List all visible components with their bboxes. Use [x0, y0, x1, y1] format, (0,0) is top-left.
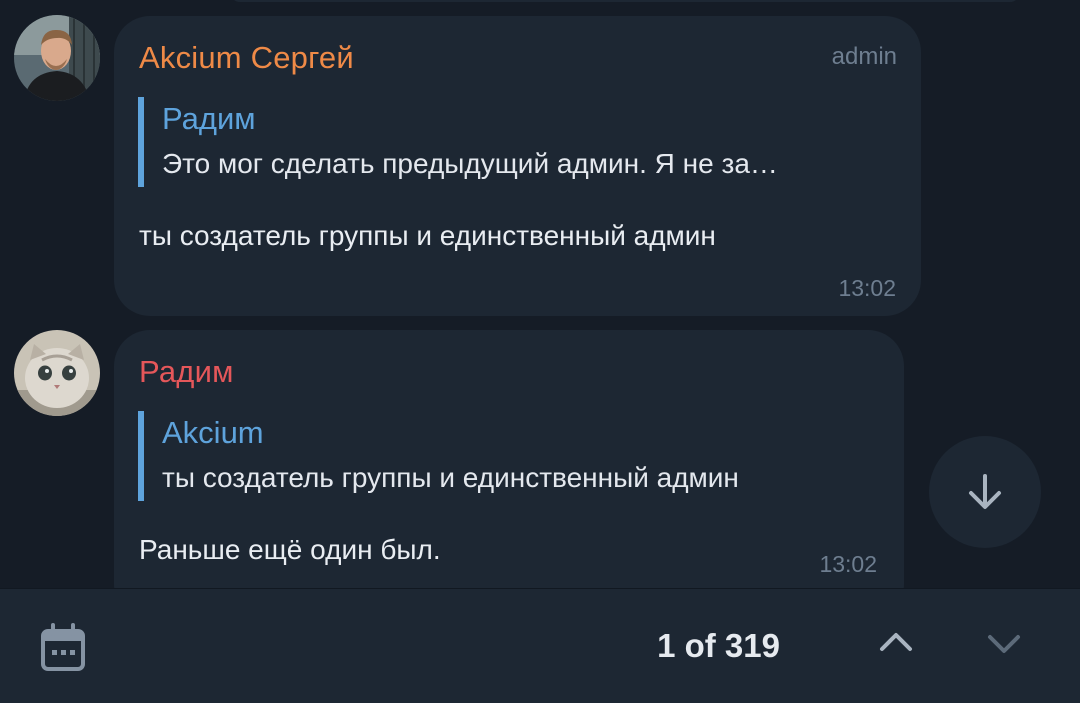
reply-quote[interactable]: Радим Это мог сделать предыдущий админ. …: [138, 97, 778, 187]
chat-area[interactable]: Akcium Сергей admin Радим Это мог сделат…: [0, 0, 1080, 588]
reply-author: Радим: [162, 101, 256, 136]
chevron-up-icon: [880, 633, 912, 651]
reply-author: Akcium: [162, 415, 264, 450]
message-text: ты создатель группы и единственный админ: [139, 220, 716, 251]
calendar-icon: [41, 623, 85, 671]
reply-quote[interactable]: Akcium ты создатель группы и единственны…: [138, 411, 739, 501]
arrow-down-icon: [969, 474, 1001, 509]
message-time: 13:02: [838, 275, 896, 301]
sender-name[interactable]: Akcium Сергей: [139, 40, 354, 76]
chevron-down-icon: [988, 635, 1020, 653]
previous-result-button[interactable]: [872, 619, 920, 667]
previous-message-bubble: [230, 0, 1020, 2]
admin-badge: admin: [831, 43, 897, 70]
sender-name[interactable]: Радим: [139, 354, 234, 390]
message-bubble[interactable]: Радим Akcium ты создатель группы и единс…: [114, 330, 904, 588]
reply-text: ты создатель группы и единственный админ: [162, 462, 739, 493]
search-result-counter: 1 of 319: [657, 627, 780, 664]
reply-text: Это мог сделать предыдущий админ. Я не з…: [162, 148, 778, 179]
next-result-button[interactable]: [980, 619, 1028, 667]
search-results-bar: 1 of 319: [0, 588, 1080, 703]
message-time: 13:02: [819, 551, 877, 577]
calendar-button[interactable]: [38, 623, 88, 673]
message-bubble[interactable]: Akcium Сергей admin Радим Это мог сделат…: [114, 16, 921, 316]
cat-photo-avatar[interactable]: [14, 330, 100, 416]
user-photo-avatar[interactable]: [14, 15, 100, 101]
message-text: Раньше ещё один был.: [139, 534, 441, 565]
scroll-to-bottom-button[interactable]: [929, 436, 1041, 548]
